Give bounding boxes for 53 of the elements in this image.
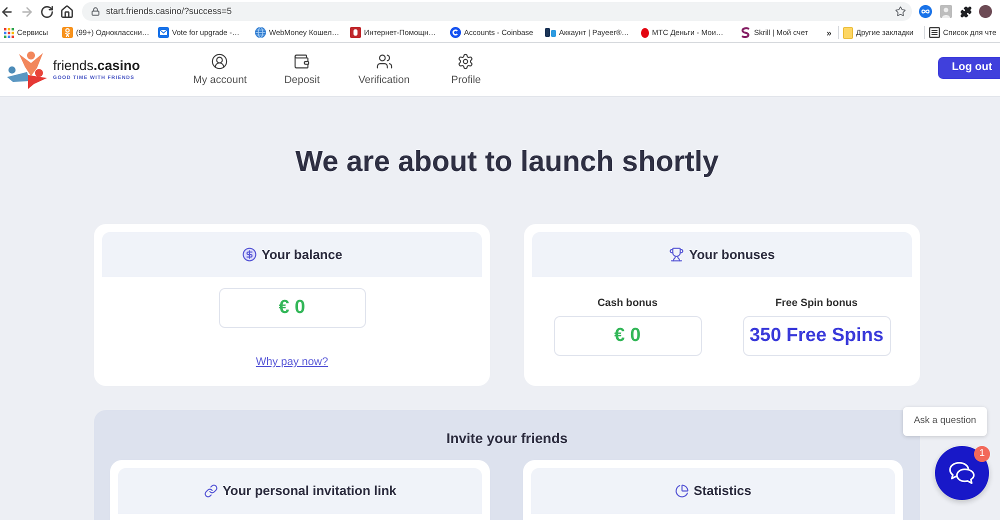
chat-bubbles-icon — [948, 461, 976, 485]
reading-list-icon — [929, 27, 940, 38]
user-circle-icon — [211, 53, 228, 70]
chat-tooltip: Ask a question — [903, 407, 987, 436]
why-pay-link[interactable]: Why pay now? — [256, 355, 328, 369]
logo-text: friends.casino — [53, 58, 140, 74]
bonus-label: Cash bonus — [597, 297, 658, 310]
trophy-icon — [669, 247, 684, 262]
card-title: Your personal invitation link — [222, 483, 396, 499]
coin-icon — [242, 247, 257, 262]
chat-button[interactable] — [935, 446, 989, 500]
logo-blocks-icon — [545, 27, 556, 38]
link-icon — [204, 484, 218, 498]
card-title: Statistics — [694, 483, 752, 499]
nav-link[interactable]: Profile — [451, 52, 481, 87]
avatar-icon[interactable] — [979, 5, 992, 18]
section-title: Invite your friends — [445, 430, 569, 447]
bonus-value: 350 Free Spins — [742, 316, 890, 356]
folder-icon — [843, 26, 853, 38]
person-tile-icon — [62, 27, 73, 38]
logout-button[interactable]: Log out — [938, 56, 1000, 78]
home-icon[interactable] — [60, 4, 74, 18]
curve-logo-icon — [740, 27, 751, 38]
nav-link[interactable]: Verification — [358, 52, 410, 87]
profile-tile-icon[interactable] — [940, 5, 952, 18]
bonus-value: € 0 — [554, 316, 702, 356]
lock-icon — [91, 7, 100, 16]
settings-icon — [457, 53, 474, 70]
egg-icon — [641, 27, 649, 38]
puzzle-icon[interactable] — [960, 6, 972, 18]
address-bar[interactable]: start.friends.casino/?success=5 — [82, 2, 912, 21]
url-text: start.friends.casino/?success=5 — [106, 6, 232, 17]
notification-badge: 1 — [974, 446, 990, 462]
nav-link[interactable]: My account — [193, 52, 247, 87]
ring-icon — [450, 27, 461, 38]
reload-icon[interactable] — [40, 4, 54, 18]
bonus-label: Free Spin bonus — [775, 297, 858, 310]
balance-amount: € 0 — [218, 288, 366, 328]
page-title: We are about to launch shortly — [294, 145, 720, 180]
globe-icon — [255, 27, 266, 38]
apps-grid-icon — [4, 28, 14, 38]
tile-icon — [350, 27, 361, 38]
card-title: Your balance — [262, 246, 342, 262]
card-title: Your bonuses — [689, 246, 775, 262]
pie-chart-icon — [674, 484, 689, 498]
mail-tile-icon — [158, 27, 169, 38]
back-icon[interactable] — [0, 4, 14, 18]
star-icon[interactable] — [895, 6, 906, 17]
more-bookmarks-button[interactable]: » — [824, 28, 834, 38]
infinity-icon[interactable] — [919, 5, 932, 18]
wallet-icon — [293, 53, 310, 70]
users-icon — [376, 53, 392, 70]
nav-link[interactable]: Deposit — [284, 52, 320, 87]
